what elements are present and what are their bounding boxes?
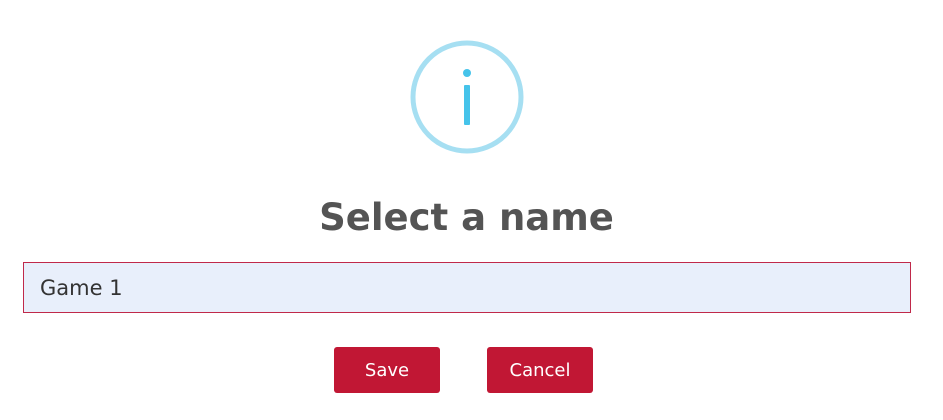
dialog-title: Select a name [319, 196, 614, 239]
name-input[interactable] [23, 262, 911, 313]
cancel-button[interactable]: Cancel [487, 347, 593, 393]
save-button[interactable]: Save [334, 347, 440, 393]
select-name-dialog: Select a name Save Cancel [0, 0, 943, 420]
info-icon [410, 40, 524, 154]
